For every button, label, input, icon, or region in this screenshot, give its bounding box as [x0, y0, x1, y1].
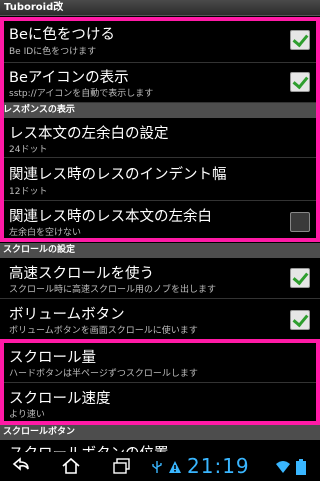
wifi-icon [276, 459, 290, 473]
recent-apps-icon[interactable] [111, 455, 133, 477]
pref-title: 高速スクロールを使う [9, 266, 154, 282]
pref-title: レス本文の左余白の設定 [9, 126, 169, 142]
back-icon[interactable] [10, 455, 32, 477]
battery-icon [296, 459, 306, 475]
pref-title: 関連レス時のレス本文の左余白 [9, 209, 212, 225]
pref-be-color[interactable]: Beに色をつける Be IDに色をつけます [0, 17, 320, 63]
section-header-response: レスポンスの表示 [0, 103, 320, 118]
pref-indent-width[interactable]: 関連レス時のレスのインデント幅 12ドット [0, 158, 320, 201]
pref-related-margin[interactable]: 関連レス時のレス本文の左余白 左余白を空けない [0, 201, 320, 242]
system-bar: 21:19 [0, 452, 320, 480]
pref-title: Beアイコンの表示 [9, 70, 129, 86]
checkbox-related-margin[interactable] [290, 212, 310, 232]
checkbox-be-icon[interactable] [290, 72, 310, 92]
pref-title: スクロール量 [9, 350, 96, 366]
checkbox-be-color[interactable] [290, 30, 310, 50]
app-title-bar: Tuboroid改 [0, 0, 320, 16]
pref-title: 関連レス時のレスのインデント幅 [9, 167, 227, 183]
pref-summary: sstp://アイコンを自動で表示します [9, 89, 154, 99]
section-header-scroll: スクロールの設定 [0, 243, 320, 258]
warning-icon [168, 459, 182, 473]
home-icon[interactable] [60, 455, 82, 477]
pref-title: スクロール速度 [9, 391, 111, 407]
pref-title: ボリュームボタン [9, 307, 125, 323]
pref-summary: 24ドット [9, 145, 48, 155]
pref-summary: ハードボタンは半ページずつスクロールします [9, 369, 198, 379]
pref-volume-button[interactable]: ボリュームボタン ボリュームボタンを画面スクロールに使います [0, 299, 320, 341]
pref-scroll-amount[interactable]: スクロール量 ハードボタンは半ページずつスクロールします [0, 341, 320, 383]
pref-scroll-speed[interactable]: スクロール速度 より速い [0, 383, 320, 423]
usb-icon [150, 459, 164, 473]
pref-be-icon[interactable]: Beアイコンの表示 sstp://アイコンを自動で表示します [0, 63, 320, 103]
pref-summary: Be IDに色をつけます [9, 47, 97, 57]
pref-summary: ボリュームボタンを画面スクロールに使います [9, 326, 198, 336]
checkbox-volume-button[interactable] [290, 310, 310, 330]
app-title: Tuboroid改 [4, 2, 64, 13]
pref-summary: スクロール時に高速スクロール用のノブを出します [9, 285, 217, 295]
pref-fast-scroll[interactable]: 高速スクロールを使う スクロール時に高速スクロール用のノブを出します [0, 258, 320, 299]
clock: 21:19 [187, 454, 250, 478]
pref-summary: 12ドット [9, 187, 48, 197]
section-header-scroll-button: スクロールボタン [0, 425, 320, 440]
pref-summary: より速い [9, 410, 45, 420]
pref-summary: 左余白を空けない [9, 228, 82, 238]
pref-left-margin[interactable]: レス本文の左余白の設定 24ドット [0, 118, 320, 158]
checkbox-fast-scroll[interactable] [290, 268, 310, 288]
pref-title: Beに色をつける [9, 27, 115, 43]
